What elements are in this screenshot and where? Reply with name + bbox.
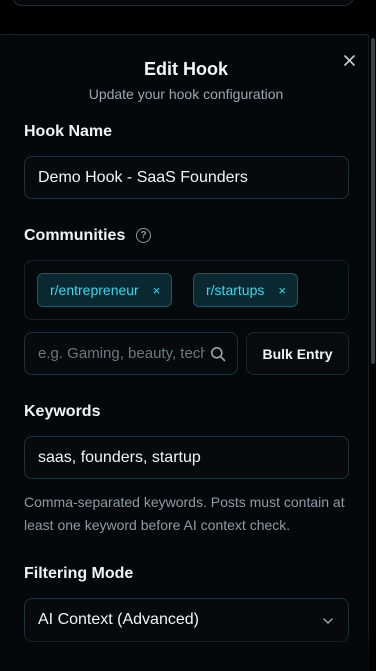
- edit-hook-modal: Edit Hook Update your hook configuration…: [0, 34, 369, 671]
- keywords-input[interactable]: saas, founders, startup: [24, 436, 349, 479]
- bulk-entry-button[interactable]: Bulk Entry: [246, 332, 349, 375]
- hook-name-input[interactable]: Demo Hook - SaaS Founders: [24, 156, 349, 199]
- search-icon[interactable]: [210, 346, 226, 362]
- community-search-input[interactable]: [25, 333, 205, 374]
- page: Edit Hook Update your hook configuration…: [0, 0, 376, 671]
- community-tag-startups[interactable]: r/startups ×: [193, 273, 298, 307]
- scrollbar-thumb[interactable]: [371, 38, 375, 364]
- keywords-hint: Comma-separated keywords. Posts must con…: [24, 494, 345, 533]
- filtering-mode-label: Filtering Mode: [24, 565, 134, 582]
- community-tag-label: r/startups: [206, 282, 265, 298]
- chevron-down-icon: [323, 618, 333, 624]
- remove-tag-icon[interactable]: ×: [153, 283, 161, 298]
- communities-label: Communities: [24, 227, 126, 244]
- communities-tag-list: r/entrepreneur × r/startups ×: [24, 260, 349, 320]
- modal-subtitle: Update your hook configuration: [88, 86, 284, 102]
- community-tag-label: r/entrepreneur: [50, 282, 139, 298]
- remove-tag-icon[interactable]: ×: [278, 283, 286, 298]
- keywords-label: Keywords: [24, 403, 101, 420]
- background-card: [12, 0, 354, 6]
- community-search-field[interactable]: [24, 332, 238, 375]
- community-tag-entrepreneur[interactable]: r/entrepreneur ×: [37, 273, 173, 307]
- filtering-mode-select[interactable]: AI Context (Advanced): [24, 598, 349, 642]
- modal-title: Edit Hook: [144, 59, 228, 79]
- hook-name-label: Hook Name: [24, 123, 113, 140]
- scrollbar[interactable]: [369, 0, 376, 671]
- filtering-mode-value: AI Context (Advanced): [38, 611, 199, 628]
- help-icon[interactable]: ?: [136, 228, 151, 243]
